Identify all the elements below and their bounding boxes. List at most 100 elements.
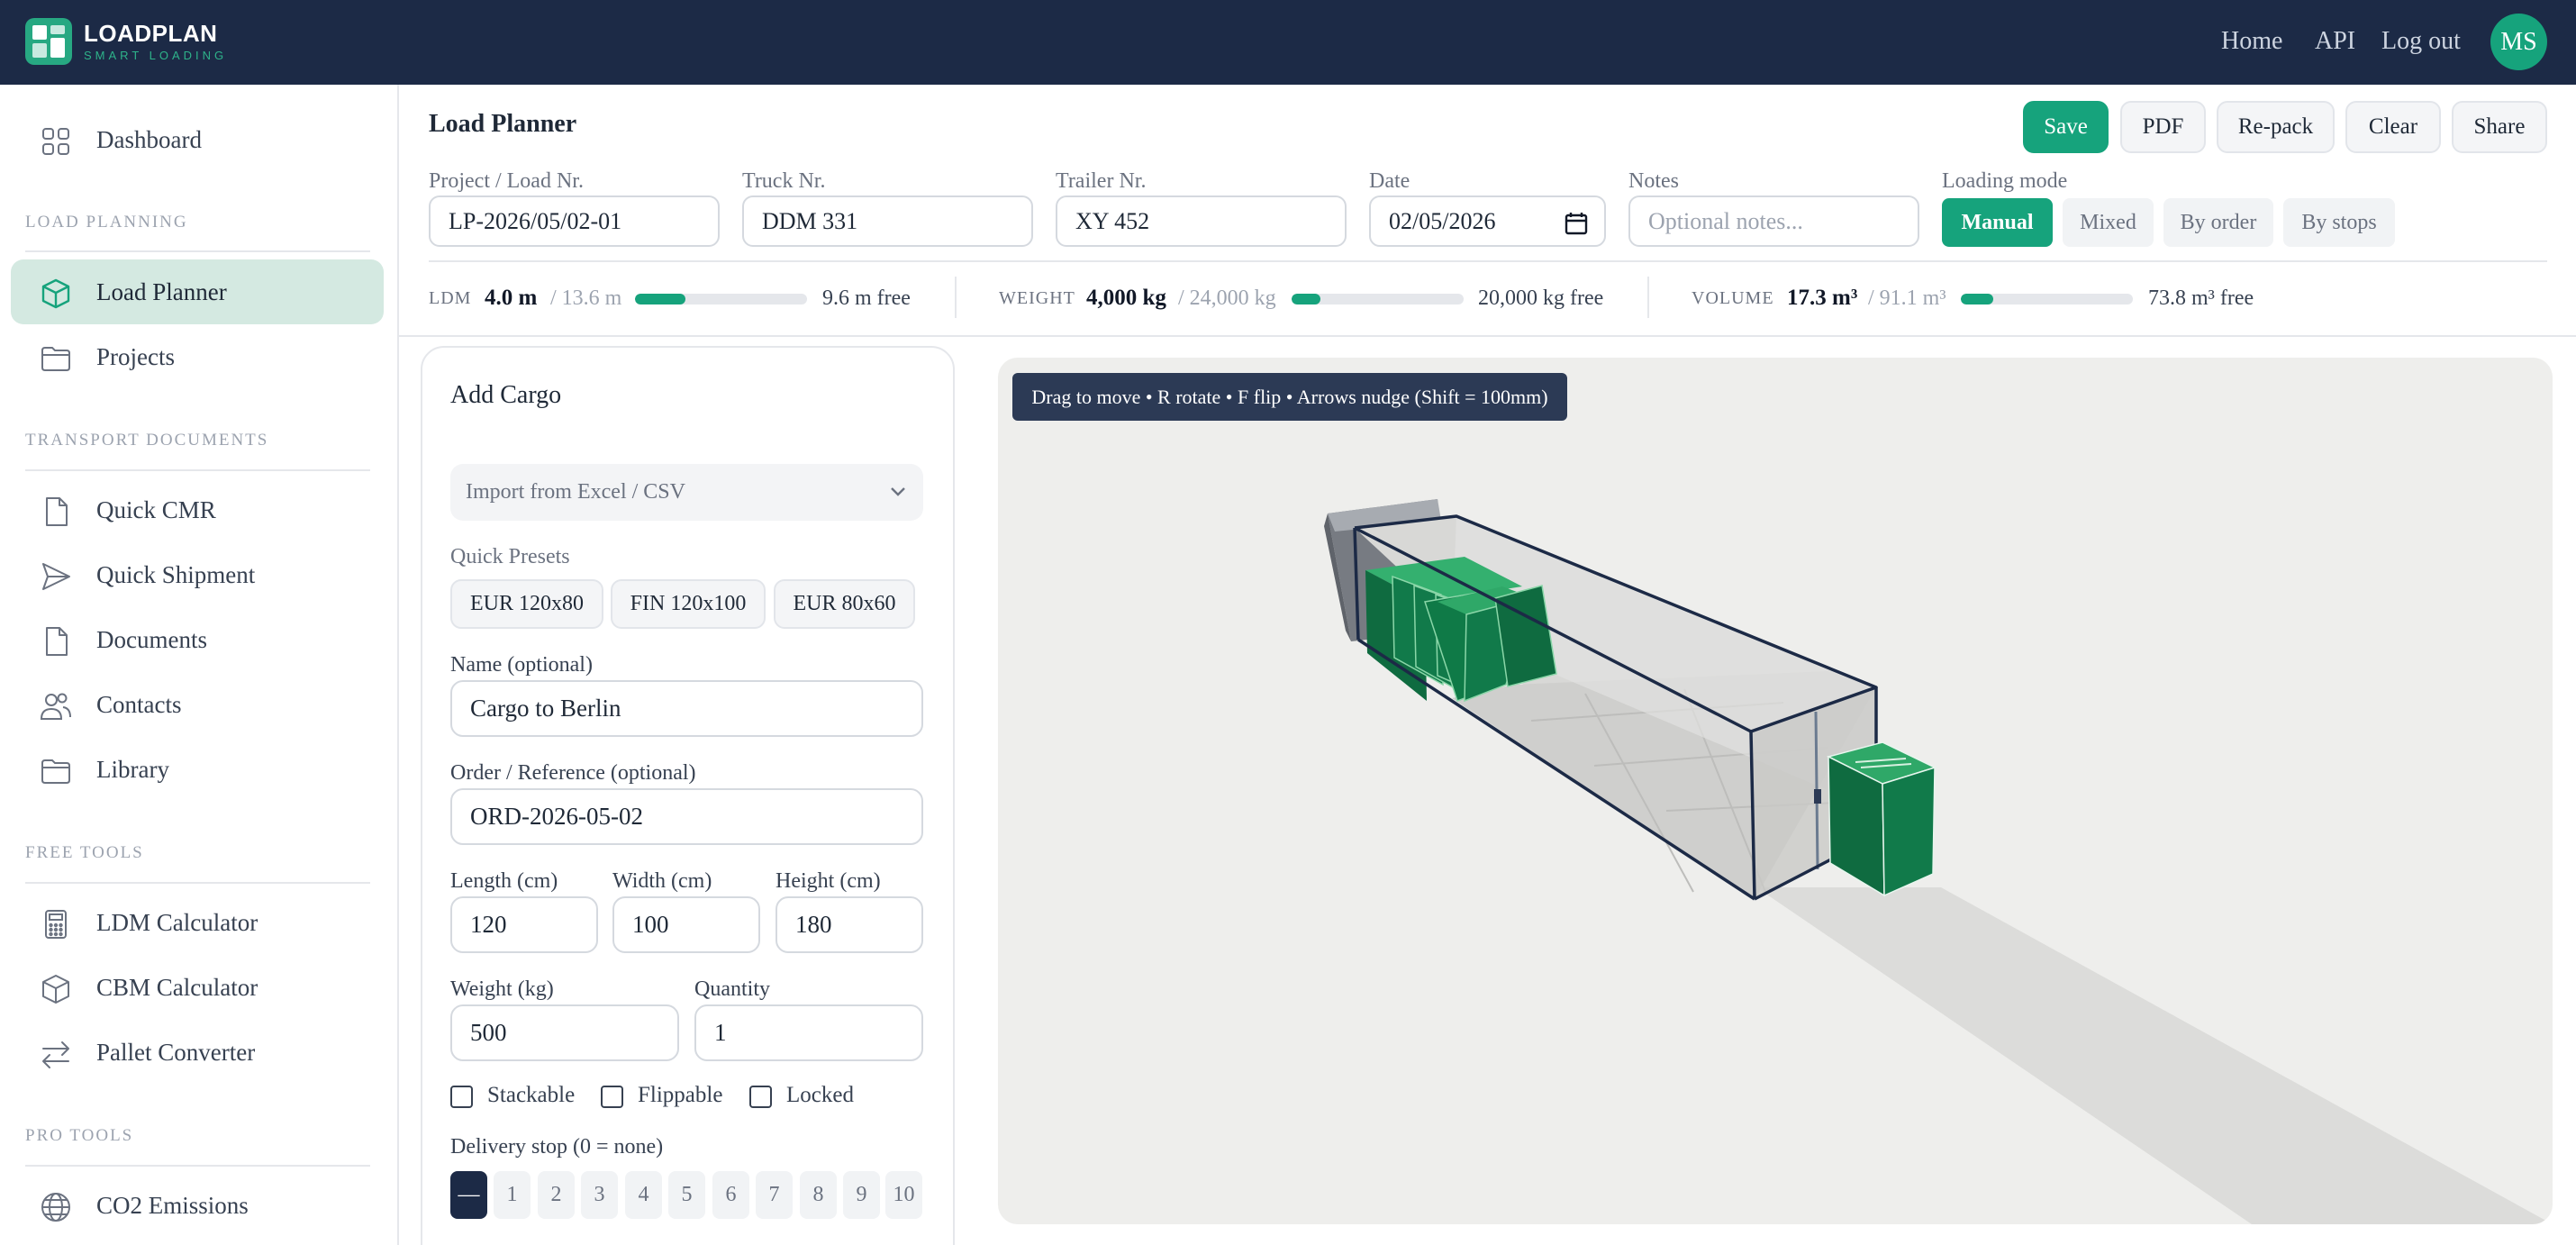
width-label: Width (cm) [612, 869, 712, 893]
volume-total: / 91.1 m³ [1868, 286, 1946, 310]
trailer-input[interactable]: XY 452 [1056, 195, 1347, 247]
page-title: Load Planner [429, 110, 577, 138]
truck-3d-scene[interactable] [998, 358, 2553, 1224]
3d-viewer-canvas[interactable] [998, 358, 2553, 1224]
divider [25, 250, 370, 252]
trailer-label: Trailer Nr. [1056, 169, 1147, 193]
section-pro-tools: PRO TOOLS [25, 1126, 134, 1145]
sidebar-item-documents[interactable]: Documents [11, 607, 384, 672]
import-excel-dropdown[interactable]: Import from Excel / CSV [450, 464, 923, 521]
project-label: Project / Load Nr. [429, 169, 584, 193]
weight-input[interactable]: 500 [450, 1004, 679, 1061]
notes-label: Notes [1628, 169, 1679, 193]
sidebar-item-ldm-calculator[interactable]: LDM Calculator [11, 890, 384, 955]
section-transport-documents: TRANSPORT DOCUMENTS [25, 431, 269, 450]
height-input[interactable]: 180 [776, 896, 923, 953]
sidebar-item-quick-cmr[interactable]: Quick CMR [11, 477, 384, 542]
ldm-value: 4.0 m [485, 286, 538, 310]
truck-input[interactable]: DDM 331 [742, 195, 1033, 247]
sidebar-item-dashboard[interactable]: Dashboard [11, 107, 384, 172]
sidebar-item-contacts[interactable]: Contacts [11, 672, 384, 737]
preset-eur-120x80[interactable]: EUR 120x80 [450, 579, 603, 629]
users-icon [40, 693, 71, 720]
stop-1-button[interactable]: 1 [494, 1171, 531, 1219]
avatar[interactable]: MS [2490, 14, 2547, 70]
mode-by-stops-button[interactable]: By stops [2283, 198, 2395, 247]
quick-presets-label: Quick Presets [450, 545, 570, 568]
sidebar-item-pallet-converter[interactable]: Pallet Converter [11, 1020, 384, 1085]
share-button[interactable]: Share [2452, 101, 2547, 153]
preset-fin-120x100[interactable]: FIN 120x100 [611, 579, 766, 629]
name-input[interactable]: Cargo to Berlin [450, 680, 923, 737]
stop-10-button[interactable]: 10 [885, 1171, 922, 1219]
nav-logout[interactable]: Log out [2381, 27, 2461, 56]
sidebar-item-co2-emissions[interactable]: CO2 Emissions [11, 1173, 384, 1238]
ldm-progress-bar [635, 294, 807, 304]
length-input[interactable]: 120 [450, 896, 598, 953]
quantity-input[interactable]: 1 [694, 1004, 923, 1061]
sidebar-item-label: Contacts [96, 690, 182, 718]
folder-icon [41, 347, 70, 371]
stop-5-button[interactable]: 5 [668, 1171, 705, 1219]
volume-label: VOLUME [1692, 288, 1774, 308]
height-label: Height (cm) [776, 869, 881, 893]
volume-value: 17.3 m³ [1787, 286, 1858, 310]
date-input[interactable]: 02/05/2026 [1369, 195, 1606, 247]
mode-by-order-button[interactable]: By order [2163, 198, 2273, 247]
sidebar-item-library[interactable]: Library [11, 737, 384, 802]
grid-icon [42, 128, 69, 155]
nav-home[interactable]: Home [2221, 27, 2282, 56]
sidebar-item-label: Library [96, 755, 169, 783]
preset-eur-80x60[interactable]: EUR 80x60 [774, 579, 915, 629]
door-handle [1814, 789, 1821, 804]
nav-api[interactable]: API [2315, 27, 2355, 56]
calendar-icon[interactable] [1565, 212, 1588, 235]
stop-3-button[interactable]: 3 [581, 1171, 618, 1219]
stop-2-button[interactable]: 2 [538, 1171, 575, 1219]
stop-none-button[interactable]: — [450, 1171, 487, 1219]
order-input[interactable]: ORD-2026-05-02 [450, 788, 923, 845]
mode-mixed-button[interactable]: Mixed [2063, 198, 2154, 247]
brand-name[interactable]: LOADPLAN [84, 20, 217, 48]
stackable-checkbox[interactable] [450, 1086, 473, 1108]
date-label: Date [1369, 169, 1410, 193]
stop-4-button[interactable]: 4 [625, 1171, 662, 1219]
stop-6-button[interactable]: 6 [712, 1171, 749, 1219]
clear-button[interactable]: Clear [2345, 101, 2441, 153]
sidebar-item-cbm-calculator[interactable]: CBM Calculator [11, 955, 384, 1020]
flippable-checkbox[interactable] [601, 1086, 623, 1108]
locked-checkbox[interactable] [749, 1086, 772, 1108]
stop-8-button[interactable]: 8 [800, 1171, 837, 1219]
weight-label: WEIGHT [999, 288, 1075, 308]
volume-free: 73.8 m³ free [2148, 286, 2254, 310]
stop-7-button[interactable]: 7 [756, 1171, 793, 1219]
save-button[interactable]: Save [2023, 101, 2109, 153]
logo-icon[interactable] [25, 18, 72, 65]
section-free-tools: FREE TOOLS [25, 843, 144, 862]
date-value: 02/05/2026 [1389, 207, 1496, 234]
sidebar-item-load-planner[interactable]: Load Planner [11, 259, 384, 324]
notes-input[interactable]: Optional notes... [1628, 195, 1919, 247]
sidebar-item-projects[interactable]: Projects [11, 324, 384, 389]
width-input[interactable]: 100 [612, 896, 760, 953]
pdf-button[interactable]: PDF [2120, 101, 2206, 153]
folder-icon [41, 759, 70, 784]
file-icon [46, 627, 68, 656]
divider [25, 1165, 370, 1167]
volume-progress-fill [1961, 294, 1994, 304]
stop-9-button[interactable]: 9 [843, 1171, 880, 1219]
weight-progress-bar [1292, 294, 1464, 304]
cargo-box-front [1882, 766, 1936, 897]
weight-value: 4,000 kg [1086, 286, 1166, 310]
project-input[interactable]: LP-2026/05/02-01 [429, 195, 720, 247]
globe-icon [41, 1193, 70, 1222]
repack-button[interactable]: Re-pack [2217, 101, 2335, 153]
mode-manual-button[interactable]: Manual [1942, 198, 2053, 247]
selected-cargo-box[interactable] [1826, 741, 1937, 897]
weight-progress-fill [1292, 294, 1320, 304]
divider [25, 882, 370, 884]
delivery-stop-label: Delivery stop (0 = none) [450, 1135, 664, 1159]
sidebar-item-label: LDM Calculator [96, 908, 259, 936]
sidebar-item-quick-shipment[interactable]: Quick Shipment [11, 542, 384, 607]
ldm-total: / 13.6 m [550, 286, 622, 310]
